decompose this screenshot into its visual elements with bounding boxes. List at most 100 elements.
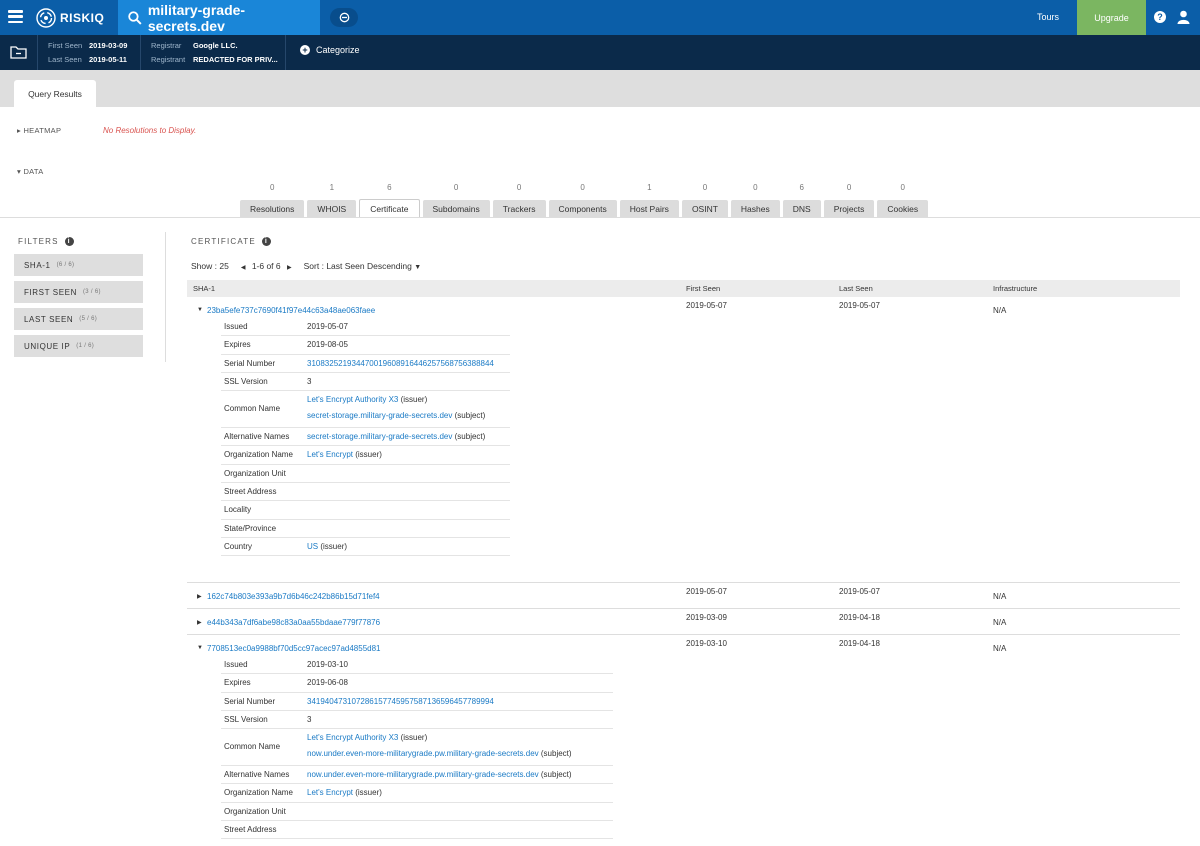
sha1-link[interactable]: 7708513ec0a9988bf70d5cc97acec97ad4855d81 — [207, 644, 381, 653]
tab-components[interactable]: 0 Components — [548, 182, 617, 217]
filter-label: UNIQUE IP — [24, 341, 71, 351]
page-size-select[interactable]: Show : 25 — [191, 261, 229, 271]
detail-value-link[interactable]: Let's Encrypt Authority X3 — [307, 733, 398, 742]
tab-count: 0 — [580, 183, 585, 192]
plus-icon: + — [300, 45, 310, 55]
tab-osint[interactable]: 0 OSINT — [681, 182, 728, 217]
tab-trackers[interactable]: 0 Trackers — [492, 182, 546, 217]
sort-select[interactable]: Sort : Last Seen Descending ▼ — [304, 261, 422, 271]
registrant-label: Registrant — [151, 55, 186, 64]
expand-row-icon[interactable]: ▶ — [197, 619, 202, 626]
tab-label[interactable]: Projects — [823, 200, 875, 217]
detail-value-link[interactable]: Let's Encrypt Authority X3 — [307, 395, 398, 404]
riskiq-logo[interactable]: RISKIQ — [36, 8, 104, 28]
tab-label[interactable]: DNS — [782, 200, 821, 217]
tab-count: 0 — [900, 183, 905, 192]
tab-hashes[interactable]: 0 Hashes — [730, 182, 780, 217]
categorize-button[interactable]: + Categorize — [300, 45, 360, 55]
expand-row-icon[interactable]: ▶ — [197, 593, 202, 600]
infrastructure-cell: N/A — [993, 306, 1007, 315]
tab-query-results[interactable]: Query Results — [14, 80, 96, 107]
detail-value-role: (issuer) — [400, 733, 428, 743]
tab-dns[interactable]: 6 DNS — [782, 182, 821, 217]
user-icon[interactable] — [1177, 10, 1190, 24]
detail-value-link[interactable]: US — [307, 542, 318, 551]
prev-page-icon[interactable]: ◀ — [241, 265, 246, 271]
domain-info-bar: First Seen 2019-03-09 Last Seen 2019-05-… — [0, 35, 1200, 70]
tab-projects[interactable]: 0 Projects — [823, 182, 875, 217]
tab-label[interactable]: Components — [548, 200, 617, 217]
tab-label[interactable]: Resolutions — [240, 200, 305, 217]
upgrade-button[interactable]: Upgrade — [1077, 0, 1146, 35]
filter-sha-1[interactable]: SHA-1 (6 / 6) — [14, 254, 143, 276]
column-header-last-seen[interactable]: Last Seen — [839, 284, 873, 293]
filter-count: (6 / 6) — [56, 262, 75, 268]
collapse-row-icon[interactable]: ▼ — [197, 645, 203, 651]
tab-label[interactable]: Host Pairs — [619, 200, 679, 217]
info-icon[interactable]: i — [261, 237, 271, 246]
tab-label[interactable]: Subdomains — [422, 200, 490, 217]
table-header: SHA-1 First Seen Last Seen Infrastructur… — [187, 280, 1180, 297]
tab-certificate[interactable]: 6 Certificate — [359, 182, 420, 217]
detail-value-link[interactable]: Let's Encrypt — [307, 788, 353, 797]
detail-value-link[interactable]: now.under.even-more-militarygrade.pw.mil… — [307, 770, 539, 779]
tab-host-pairs[interactable]: 1 Host Pairs — [619, 182, 679, 217]
column-header-first-seen[interactable]: First Seen — [686, 284, 720, 293]
tab-cookies[interactable]: 0 Cookies — [877, 182, 929, 217]
column-header-infrastructure[interactable]: Infrastructure — [993, 284, 1037, 293]
sha1-link[interactable]: 23ba5efe737c7690f41f97e44c63a48ae063faee — [207, 306, 375, 315]
results-tab-strip: Query Results — [0, 70, 1200, 107]
collapse-row-icon[interactable]: ▼ — [197, 307, 203, 313]
detail-row: Issued 2019-05-07 — [221, 318, 510, 337]
tab-label[interactable]: Cookies — [877, 200, 929, 217]
detail-value-role: (subject) — [540, 770, 572, 780]
tab-subdomains[interactable]: 0 Subdomains — [422, 182, 490, 217]
next-page-icon[interactable]: ▶ — [287, 265, 292, 271]
detail-value-text: 3 — [307, 376, 312, 386]
detail-value-text: 2019-06-08 — [307, 678, 348, 688]
tab-label[interactable]: OSINT — [681, 200, 728, 217]
detail-row: Common Name Let's Encrypt Authority X3 (i… — [221, 391, 510, 429]
detail-row: Organization Unit — [221, 465, 510, 484]
help-icon[interactable]: ? — [1154, 11, 1166, 23]
detail-value-link[interactable]: now.under.even-more-militarygrade.pw.mil… — [307, 749, 539, 758]
tab-label[interactable]: Certificate — [359, 199, 420, 217]
column-header-sha1[interactable]: SHA-1 — [193, 284, 215, 293]
filter-unique-ip[interactable]: UNIQUE IP (1 / 6) — [14, 335, 143, 357]
folder-icon[interactable] — [10, 45, 27, 59]
search-box[interactable]: military-grade-secrets.dev — [118, 0, 320, 35]
detail-value-role: (issuer) — [355, 788, 382, 798]
heatmap-toggle[interactable]: ▸ HEATMAP — [17, 126, 61, 135]
last-seen-cell: 2019-04-18 — [839, 613, 880, 622]
detail-value-link[interactable]: secret-storage.military-grade-secrets.de… — [307, 432, 452, 441]
tab-label[interactable]: WHOIS — [307, 200, 357, 217]
infrastructure-cell: N/A — [993, 618, 1007, 627]
tab-label[interactable]: Trackers — [492, 200, 546, 217]
detail-value-link[interactable]: 3108325219344700196089164462575687563888… — [307, 359, 494, 368]
tab-label[interactable]: Hashes — [730, 200, 780, 217]
detail-value-link[interactable]: secret-storage.military-grade-secrets.de… — [307, 411, 452, 420]
heatmap-label: HEATMAP — [23, 126, 62, 135]
detail-key: Issued — [224, 322, 248, 331]
tab-count: 0 — [753, 183, 758, 192]
tab-whois[interactable]: 1 WHOIS — [307, 182, 357, 217]
tab-resolutions[interactable]: 0 Resolutions — [240, 182, 305, 217]
sha1-link[interactable]: 162c74b803e393a9b7d6b46c242b86b15d71fef4 — [207, 592, 380, 601]
info-icon[interactable]: i — [64, 237, 74, 246]
row-divider — [187, 582, 1180, 583]
categorize-label: Categorize — [316, 45, 360, 55]
detail-key: Alternative Names — [224, 770, 290, 780]
detail-key: Serial Number — [224, 696, 276, 706]
no-resolutions-message: No Resolutions to Display. — [103, 126, 197, 135]
sha1-link[interactable]: e44b343a7df6abe98c83a0aa55bdaae779f77876 — [207, 618, 380, 627]
filter-last-seen[interactable]: LAST SEEN (5 / 6) — [14, 308, 143, 330]
hamburger-menu-icon[interactable] — [8, 10, 23, 23]
tours-link[interactable]: Tours — [1037, 12, 1059, 22]
first-seen-label: First Seen — [48, 41, 83, 50]
filter-first-seen[interactable]: FIRST SEEN (3 / 6) — [14, 281, 143, 303]
data-toggle[interactable]: ▾ DATA — [17, 167, 44, 176]
detail-value-link[interactable]: 3419404731072861577459575871365964577899… — [307, 697, 494, 706]
detail-value-link[interactable]: Let's Encrypt — [307, 450, 353, 459]
search-options-button[interactable] — [330, 8, 358, 27]
search-query[interactable]: military-grade-secrets.dev — [148, 2, 320, 34]
